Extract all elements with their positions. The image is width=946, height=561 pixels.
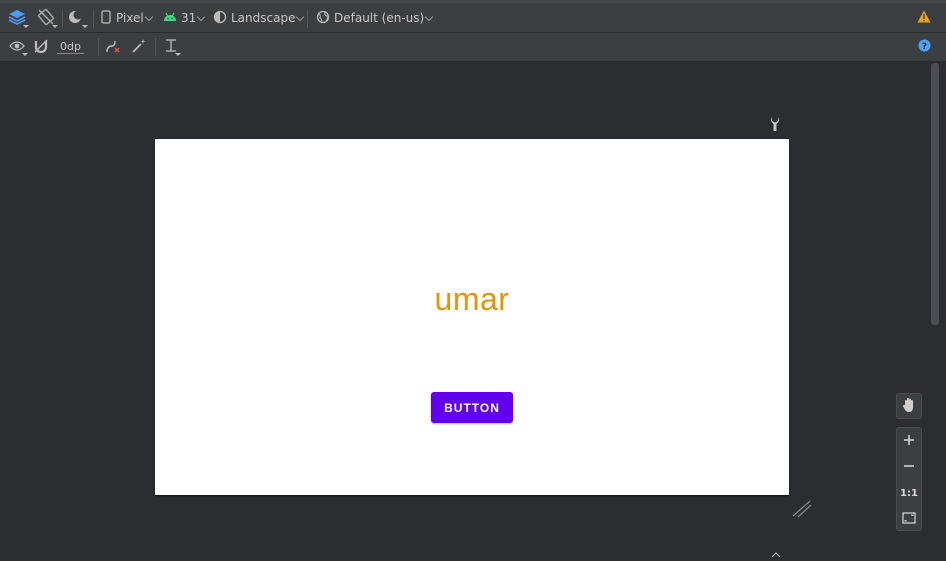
layout-button[interactable]: BUTTON	[431, 392, 513, 423]
help-icon: ?	[918, 39, 931, 55]
orientation-preview-button[interactable]	[37, 6, 58, 30]
warnings-button[interactable]	[917, 6, 931, 30]
infer-constraints-button[interactable]	[131, 35, 147, 59]
design-toolbar: Pixel 31 Landscape Default (en-us)	[0, 0, 946, 33]
text-view[interactable]: umar	[155, 281, 789, 318]
zoom-out-button[interactable]	[897, 454, 921, 480]
wrench-icon[interactable]	[769, 116, 781, 135]
resize-handle-icon[interactable]	[792, 500, 812, 521]
zoom-to-fit-button[interactable]	[897, 506, 921, 532]
autoconnect-toggle[interactable]	[34, 35, 48, 59]
chevron-down-icon	[197, 12, 206, 21]
device-label: Pixel	[116, 11, 144, 25]
orientation-label: Landscape	[231, 11, 296, 25]
pan-button[interactable]	[896, 393, 922, 419]
design-surface-button[interactable]	[8, 6, 29, 30]
zoom-controls: 1:1	[896, 427, 922, 531]
chevron-up-icon[interactable]	[771, 547, 781, 561]
theme-orientation-selector[interactable]: Landscape	[213, 6, 305, 30]
margin-value: 0dp	[57, 40, 84, 54]
zoom-in-icon	[903, 434, 915, 449]
phone-icon	[101, 9, 111, 27]
magnet-icon	[34, 39, 48, 56]
api-level-selector[interactable]: 31	[163, 6, 206, 30]
night-mode-button[interactable]	[67, 6, 88, 30]
default-margin-selector[interactable]: 0dp	[57, 35, 84, 59]
zoom-fit-icon	[902, 511, 916, 527]
guidelines-button[interactable]	[164, 35, 181, 59]
globe-icon	[316, 10, 330, 27]
view-options-button[interactable]	[9, 35, 28, 59]
magic-wand-icon	[131, 38, 147, 57]
help-button[interactable]: ?	[918, 35, 931, 59]
chevron-down-icon	[144, 12, 154, 21]
zoom-in-button[interactable]	[897, 428, 921, 454]
zoom-out-icon	[903, 460, 915, 475]
locale-label: Default (en-us)	[334, 11, 425, 25]
zoom-actual-size-button[interactable]: 1:1	[897, 480, 921, 506]
constraint-toolbar: 0dp ?	[0, 33, 946, 62]
android-icon	[163, 11, 177, 25]
chevron-down-icon	[424, 12, 434, 21]
pan-hand-icon	[902, 397, 916, 416]
locale-selector[interactable]: Default (en-us)	[316, 6, 434, 30]
clear-constraints-icon	[105, 38, 121, 57]
api-level-label: 31	[181, 11, 197, 25]
clear-constraints-button[interactable]	[105, 35, 121, 59]
device-selector[interactable]: Pixel	[101, 6, 154, 30]
theme-icon	[213, 10, 227, 27]
vertical-scrollbar[interactable]	[931, 63, 939, 325]
warning-icon	[917, 10, 931, 26]
device-preview[interactable]: umar BUTTON	[155, 139, 789, 495]
svg-text:?: ?	[922, 42, 927, 52]
chevron-down-icon	[296, 12, 305, 21]
